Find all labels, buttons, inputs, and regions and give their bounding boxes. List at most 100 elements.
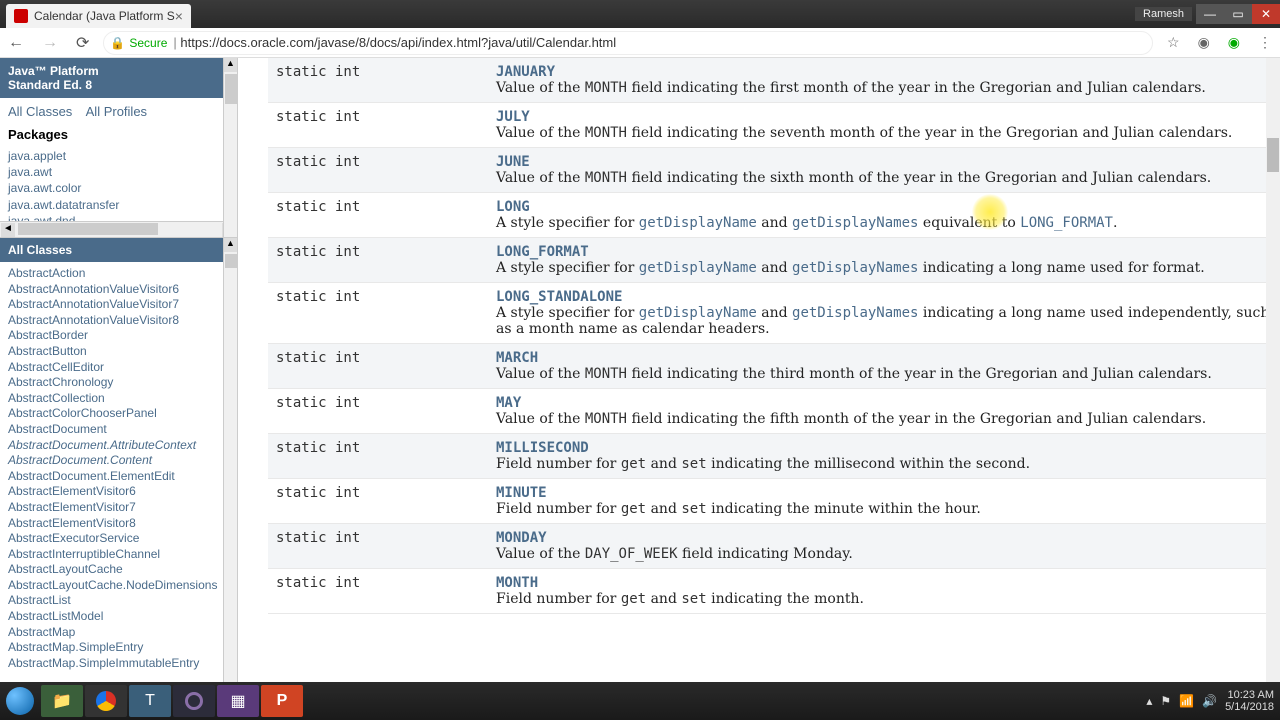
class-link[interactable]: AbstractDocument.Content [8,453,229,469]
field-description-cell: MARCHValue of the MONTH field indicating… [488,344,1280,389]
forward-button[interactable]: → [38,34,62,52]
package-link[interactable]: java.awt.datatransfer [8,197,229,213]
field-name-link[interactable]: JULY [496,109,530,125]
class-link[interactable]: AbstractChronology [8,375,229,391]
field-modifier: static int [268,238,488,283]
constant-link[interactable]: LONG_FORMAT [1020,215,1113,231]
class-link[interactable]: AbstractColorChooserPanel [8,406,229,422]
window-minimize-button[interactable]: — [1196,4,1224,24]
tray-volume-icon[interactable]: 🔊 [1202,694,1217,708]
taskbar-chrome-button[interactable] [85,685,127,717]
method-link[interactable]: getDisplayName [639,215,757,231]
horizontal-scrollbar[interactable]: ◄► [0,221,237,237]
field-row: static intMONTHField number for get and … [268,569,1280,614]
class-link[interactable]: AbstractDocument.AttributeContext [8,438,229,454]
class-link[interactable]: AbstractDocument [8,422,229,438]
class-link[interactable]: AbstractAnnotationValueVisitor7 [8,297,229,313]
field-name-link[interactable]: LONG_FORMAT [496,244,589,260]
tray-clock[interactable]: 10:23 AM 5/14/2018 [1225,689,1274,713]
main-content-frame[interactable]: static intJANUARYValue of the MONTH fiel… [238,58,1280,682]
class-link[interactable]: AbstractElementVisitor8 [8,516,229,532]
class-link[interactable]: AbstractAction [8,266,229,282]
method-link[interactable]: getDisplayNames [792,215,918,231]
reload-button[interactable]: ⟳ [72,33,93,53]
window-close-button[interactable]: ✕ [1252,4,1280,24]
all-classes-link[interactable]: All Classes [8,104,72,119]
class-link[interactable]: AbstractList [8,593,229,609]
package-link[interactable]: java.awt.color [8,180,229,196]
field-modifier: static int [268,569,488,614]
taskbar-app-button-1[interactable]: T [129,685,171,717]
field-description-cell: JUNEValue of the MONTH field indicating … [488,148,1280,193]
all-profiles-link[interactable]: All Profiles [86,104,147,119]
packages-heading: Packages [8,127,229,142]
class-link[interactable]: AbstractButton [8,344,229,360]
window-titlebar: Calendar (Java Platform S × Ramesh — ▭ ✕ [0,0,1280,28]
method-link[interactable]: getDisplayNames [792,260,918,276]
extension-icon[interactable]: ◉ [1194,34,1214,51]
field-name-link[interactable]: LONG_STANDALONE [496,289,622,305]
class-link[interactable]: AbstractMap.SimpleEntry [8,640,229,656]
vertical-scrollbar[interactable] [1266,58,1280,682]
tray-up-icon[interactable]: ▴ [1146,694,1152,708]
platform-header: Java™ Platform Standard Ed. 8 [0,58,237,98]
field-row: static intMILLISECONDField number for ge… [268,434,1280,479]
menu-icon[interactable]: ⋮ [1254,34,1276,51]
field-description-cell: MINUTEField number for get and set indic… [488,479,1280,524]
field-name-link[interactable]: MINUTE [496,485,547,501]
taskbar-explorer-button[interactable]: 📁 [41,685,83,717]
field-row: static intJANUARYValue of the MONTH fiel… [268,58,1280,103]
field-name-link[interactable]: MILLISECOND [496,440,589,456]
platform-title-1: Java™ Platform [8,64,229,78]
field-name-link[interactable]: MONDAY [496,530,547,546]
url-text: https://docs.oracle.com/javase/8/docs/ap… [180,35,616,50]
vertical-scrollbar[interactable]: ▲ [223,58,237,237]
class-link[interactable]: AbstractElementVisitor6 [8,484,229,500]
class-link[interactable]: AbstractAnnotationValueVisitor6 [8,282,229,298]
package-link[interactable]: java.awt.dnd [8,213,229,221]
package-link[interactable]: java.applet [8,148,229,164]
vertical-scrollbar[interactable]: ▲ [223,238,237,682]
class-link[interactable]: AbstractCollection [8,391,229,407]
bookmark-icon[interactable]: ☆ [1163,34,1184,51]
extension-icon-2[interactable]: ◉ [1224,34,1244,51]
taskbar-eclipse-button[interactable] [173,685,215,717]
start-button[interactable] [0,682,40,720]
field-name-link[interactable]: MONTH [496,575,538,591]
tab-title: Calendar (Java Platform S [34,9,175,23]
field-description-cell: MILLISECONDField number for get and set … [488,434,1280,479]
favicon-icon [14,9,28,23]
class-link[interactable]: AbstractInterruptibleChannel [8,547,229,563]
field-name-link[interactable]: MAY [496,395,521,411]
taskbar-app-button-2[interactable]: ▦ [217,685,259,717]
method-link[interactable]: getDisplayNames [792,305,918,321]
class-link[interactable]: AbstractAnnotationValueVisitor8 [8,313,229,329]
class-link[interactable]: AbstractMap.SimpleImmutableEntry [8,656,229,672]
class-link[interactable]: AbstractLayoutCache [8,562,229,578]
class-link[interactable]: AbstractExecutorService [8,531,229,547]
field-name-link[interactable]: JUNE [496,154,530,170]
class-link[interactable]: AbstractLayoutCache.NodeDimensions [8,578,229,594]
tab-close-icon[interactable]: × [175,8,183,24]
method-link[interactable]: getDisplayName [639,260,757,276]
class-link[interactable]: AbstractListModel [8,609,229,625]
field-name-link[interactable]: MARCH [496,350,538,366]
javadoc-left-pane: Java™ Platform Standard Ed. 8 All Classe… [0,58,238,682]
address-bar[interactable]: 🔒 Secure | https://docs.oracle.com/javas… [103,31,1153,55]
class-link[interactable]: AbstractCellEditor [8,360,229,376]
tray-network-icon[interactable]: 📶 [1179,694,1194,708]
field-name-link[interactable]: JANUARY [496,64,555,80]
back-button[interactable]: ← [4,34,28,52]
browser-tab[interactable]: Calendar (Java Platform S × [6,4,191,28]
field-name-link[interactable]: LONG [496,199,530,215]
class-link[interactable]: AbstractMap [8,625,229,641]
class-link[interactable]: AbstractDocument.ElementEdit [8,469,229,485]
package-link[interactable]: java.awt [8,164,229,180]
class-link[interactable]: AbstractElementVisitor7 [8,500,229,516]
class-link[interactable]: AbstractBorder [8,328,229,344]
method-link[interactable]: getDisplayName [639,305,757,321]
field-description-cell: MONDAYValue of the DAY_OF_WEEK field ind… [488,524,1280,569]
window-maximize-button[interactable]: ▭ [1224,4,1252,24]
taskbar-powerpoint-button[interactable]: P [261,685,303,717]
tray-flag-icon[interactable]: ⚑ [1160,694,1171,708]
